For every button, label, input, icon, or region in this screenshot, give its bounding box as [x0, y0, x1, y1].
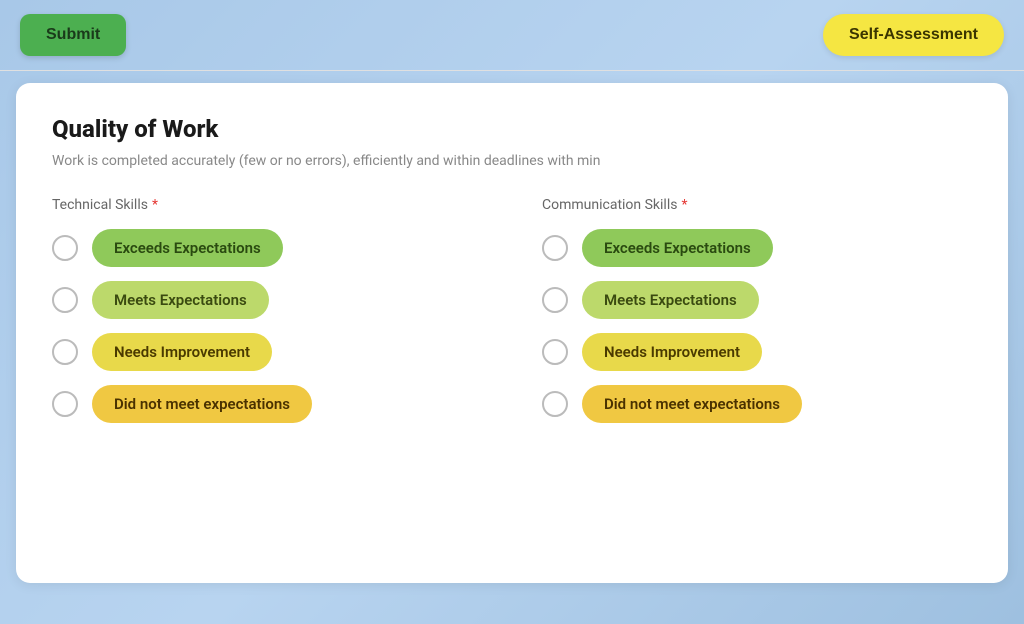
content-area: Quality of Work Work is completed accura… — [16, 83, 1008, 583]
technical-skills-column: Technical Skills * Exceeds Expectations … — [52, 197, 482, 423]
section-title: Quality of Work — [52, 115, 972, 143]
list-item[interactable]: Needs Improvement — [52, 333, 482, 371]
submit-button[interactable]: Submit — [20, 14, 126, 56]
list-item[interactable]: Exceeds Expectations — [542, 229, 972, 267]
radio-circle-tech-1[interactable] — [52, 235, 78, 261]
section-description: Work is completed accurately (few or no … — [52, 153, 952, 169]
list-item[interactable]: Exceeds Expectations — [52, 229, 482, 267]
option-pill-tech-3[interactable]: Needs Improvement — [92, 333, 272, 371]
top-bar: Submit Self-Assessment — [0, 0, 1024, 70]
option-pill-comm-4[interactable]: Did not meet expectations — [582, 385, 802, 423]
radio-circle-tech-4[interactable] — [52, 391, 78, 417]
columns: Technical Skills * Exceeds Expectations … — [52, 197, 972, 423]
technical-skills-required: * — [152, 197, 158, 213]
list-item[interactable]: Meets Expectations — [542, 281, 972, 319]
self-assessment-badge[interactable]: Self-Assessment — [823, 14, 1004, 56]
technical-skills-label: Technical Skills * — [52, 197, 482, 213]
technical-skills-options: Exceeds Expectations Meets Expectations … — [52, 229, 482, 423]
communication-skills-required: * — [681, 197, 687, 213]
communication-skills-label-text: Communication Skills — [542, 197, 677, 213]
radio-circle-comm-1[interactable] — [542, 235, 568, 261]
option-pill-tech-4[interactable]: Did not meet expectations — [92, 385, 312, 423]
option-pill-comm-2[interactable]: Meets Expectations — [582, 281, 759, 319]
list-item[interactable]: Did not meet expectations — [542, 385, 972, 423]
radio-circle-tech-3[interactable] — [52, 339, 78, 365]
list-item[interactable]: Meets Expectations — [52, 281, 482, 319]
radio-circle-comm-2[interactable] — [542, 287, 568, 313]
divider — [0, 70, 1024, 71]
option-pill-comm-3[interactable]: Needs Improvement — [582, 333, 762, 371]
radio-circle-tech-2[interactable] — [52, 287, 78, 313]
technical-skills-label-text: Technical Skills — [52, 197, 148, 213]
communication-skills-options: Exceeds Expectations Meets Expectations … — [542, 229, 972, 423]
radio-circle-comm-3[interactable] — [542, 339, 568, 365]
option-pill-tech-1[interactable]: Exceeds Expectations — [92, 229, 283, 267]
communication-skills-column: Communication Skills * Exceeds Expectati… — [542, 197, 972, 423]
option-pill-tech-2[interactable]: Meets Expectations — [92, 281, 269, 319]
list-item[interactable]: Did not meet expectations — [52, 385, 482, 423]
option-pill-comm-1[interactable]: Exceeds Expectations — [582, 229, 773, 267]
communication-skills-label: Communication Skills * — [542, 197, 972, 213]
list-item[interactable]: Needs Improvement — [542, 333, 972, 371]
radio-circle-comm-4[interactable] — [542, 391, 568, 417]
